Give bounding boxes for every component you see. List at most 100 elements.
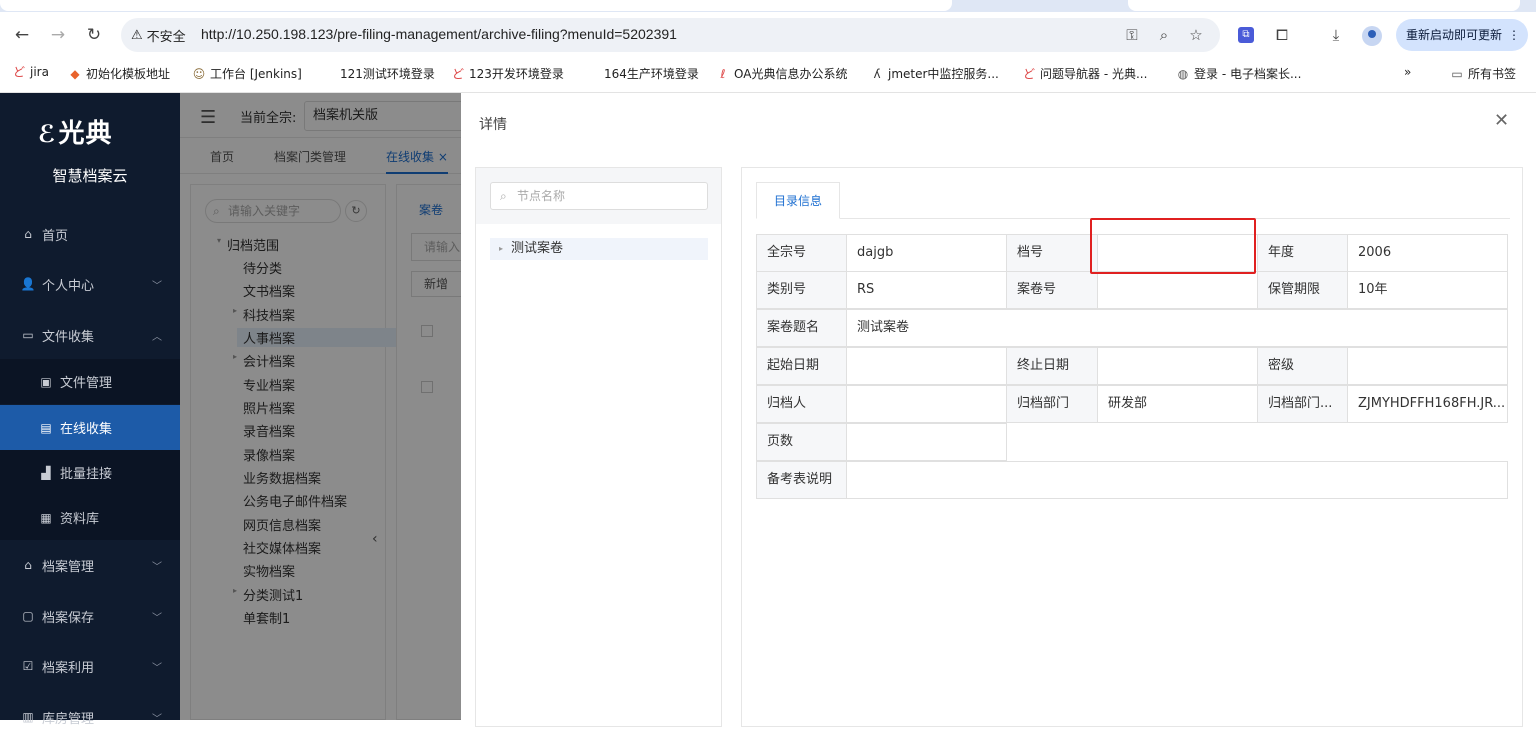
jira-icon: ど — [1022, 66, 1035, 81]
security-indicator[interactable]: ⚠ 不安全 — [131, 26, 186, 45]
sidebar-item-home[interactable]: ⌂ 首页 — [0, 210, 180, 258]
calendar-icon: ▦ — [40, 510, 52, 525]
field-value: 10年 — [1347, 271, 1508, 309]
chevron-down-icon: ﹀ — [152, 662, 162, 674]
sidebar-item-label: 档案利用 — [42, 660, 95, 676]
sidebar-item-archive-save[interactable]: ▢ 档案保存 ﹀ — [0, 592, 180, 640]
bookmark-item[interactable]: 164生产环境登录 — [604, 65, 699, 82]
field-label: 备考表说明 — [756, 461, 847, 499]
sidebar-item-archive-use[interactable]: ☑ 档案利用 ﹀ — [0, 642, 180, 690]
node-search-placeholder: 节点名称 — [517, 189, 566, 203]
field-label: 类别号 — [756, 271, 847, 309]
sidebar-item-online-collect[interactable]: ▤ 在线收集 — [0, 405, 180, 450]
sidebar-item-library[interactable]: ▦ 资料库 — [0, 495, 180, 540]
star-icon[interactable]: ☆ — [1187, 26, 1205, 44]
field-label: 归档部门 — [1006, 385, 1098, 423]
address-bar[interactable]: ⚠ 不安全 http://10.250.198.123/pre-filing-m… — [121, 18, 1220, 52]
url-text[interactable]: http://10.250.198.123/pre-filing-managem… — [201, 26, 677, 42]
detail-drawer: 详情 ✕ ⌕ 节点名称 ▸ 测试案卷 目录信息 全宗号 dajgb 档号 年度 20… — [461, 93, 1536, 727]
bookmark-label: 121测试环境登录 — [340, 67, 435, 81]
field-label: 页数 — [756, 423, 847, 461]
forward-icon[interactable]: → — [48, 25, 68, 45]
chevron-down-icon: ﹀ — [152, 561, 162, 573]
tab-catalog-info[interactable]: 目录信息 — [756, 182, 840, 219]
field-value: 测试案卷 — [846, 309, 1508, 347]
jmeter-icon: ʎ — [873, 66, 881, 81]
bookmark-item[interactable]: ℓ OA光典信息办公系统 — [716, 65, 848, 82]
field-label: 档号 — [1006, 234, 1098, 272]
bookmark-item[interactable]: ◍ 登录 - 电子档案长... — [1176, 65, 1302, 82]
folder-icon: ▭ — [1451, 66, 1463, 81]
field-value — [846, 461, 1508, 499]
sidebar-item-label: 在线收集 — [60, 422, 113, 437]
back-icon[interactable]: ← — [12, 25, 32, 45]
browser-tabstrip — [0, 0, 1536, 12]
sidebar-item-warehouse[interactable]: ▥ 库房管理 ﹀ — [0, 693, 180, 741]
sidebar-item-archive-manage[interactable]: ⌂ 档案管理 ﹀ — [0, 541, 180, 589]
field-label: 起始日期 — [756, 347, 847, 385]
field-value: dajgb — [846, 234, 1007, 272]
oa-icon: ℓ — [720, 66, 726, 81]
sidebar-item-label: 个人中心 — [42, 278, 95, 294]
field-value: RS — [846, 271, 1007, 309]
drawer-tree-node[interactable]: ▸ 测试案卷 — [490, 238, 708, 260]
detail-tabbar: 目录信息 — [756, 182, 1510, 219]
sidebar-item-label: 库房管理 — [42, 711, 95, 727]
chevron-down-icon: ﹀ — [152, 612, 162, 624]
node-search-input[interactable]: ⌕ 节点名称 — [490, 182, 708, 210]
save-icon: ▢ — [22, 609, 34, 623]
field-label: 密级 — [1257, 347, 1348, 385]
chevron-down-icon: ﹀ — [152, 280, 162, 292]
bookmark-item[interactable]: ど 123开发环境登录 — [451, 65, 564, 82]
home-icon: ⌂ — [24, 227, 32, 241]
field-label: 归档人 — [756, 385, 847, 423]
key-icon[interactable]: ⚿ — [1123, 26, 1141, 44]
update-label: 重新启动即可更新 — [1406, 28, 1503, 42]
all-bookmarks[interactable]: ▭ 所有书签 — [1450, 65, 1516, 82]
bar-chart-icon: ▟ — [41, 465, 51, 480]
bookmark-item[interactable]: ʎ jmeter中监控服务... — [870, 65, 999, 82]
extension-icon[interactable]: ⧉ — [1238, 27, 1254, 43]
download-icon[interactable]: ⤓ — [1326, 25, 1346, 45]
field-label: 终止日期 — [1006, 347, 1098, 385]
browser-tab-active[interactable] — [0, 0, 952, 11]
jira-icon: ど — [12, 65, 25, 79]
bookmark-label: OA光典信息办公系统 — [734, 67, 848, 81]
close-icon[interactable]: ✕ — [1494, 110, 1509, 131]
field-label: 案卷题名 — [756, 309, 847, 347]
sidebar-item-file-collect[interactable]: ▭ 文件收集 ︿ — [0, 311, 180, 359]
bookmark-label: 登录 - 电子档案长... — [1194, 67, 1302, 81]
bookmark-item[interactable]: ど jira — [12, 65, 49, 79]
security-label: 不安全 — [146, 30, 186, 45]
bookmark-label: jmeter中监控服务... — [888, 67, 999, 81]
bookmark-item[interactable]: ◆ 初始化模板地址 — [68, 65, 170, 82]
chevron-up-icon: ︿ — [152, 331, 162, 343]
field-value — [1347, 347, 1508, 385]
sidebar-item-personal[interactable]: 👤 个人中心 ﹀ — [0, 260, 180, 308]
field-value — [846, 385, 1007, 423]
bookmark-label: 123开发环境登录 — [469, 67, 564, 81]
zoom-icon[interactable]: ⌕ — [1155, 26, 1173, 44]
drawer-tree-panel: ⌕ 节点名称 ▸ 测试案卷 — [475, 167, 722, 727]
update-button[interactable]: 重新启动即可更新 ⋮ — [1396, 19, 1528, 51]
field-value — [846, 347, 1007, 385]
bookmarks-overflow-icon[interactable]: » — [1404, 65, 1411, 79]
warehouse-icon: ▥ — [22, 710, 34, 724]
bookmark-label: 工作台 [Jenkins] — [210, 67, 302, 81]
sidebar-item-file-manage[interactable]: ▣ 文件管理 — [0, 359, 180, 404]
field-value — [846, 423, 1007, 461]
more-icon[interactable]: ⋮ — [1508, 19, 1520, 51]
bookmark-item[interactable]: ☺ 工作台 [Jenkins] — [192, 65, 302, 82]
bookmark-item[interactable]: 121测试环境登录 — [340, 65, 435, 82]
extensions-puzzle-icon[interactable]: ⧠ — [1272, 25, 1292, 45]
browser-tab[interactable] — [1128, 0, 1520, 11]
bookmark-label: jira — [30, 65, 49, 79]
drawer-tree-header: ⌕ 节点名称 — [476, 168, 721, 224]
sidebar-item-batch-link[interactable]: ▟ 批量挂接 — [0, 450, 180, 495]
profile-avatar[interactable] — [1362, 26, 1382, 46]
bookmark-item[interactable]: ど问题导航器 - 光典... — [1022, 65, 1147, 82]
field-value: 研发部 — [1097, 385, 1258, 423]
field-value: 2006 — [1347, 234, 1508, 272]
reload-icon[interactable]: ↻ — [84, 25, 104, 45]
sidebar-item-label: 档案管理 — [42, 559, 95, 575]
